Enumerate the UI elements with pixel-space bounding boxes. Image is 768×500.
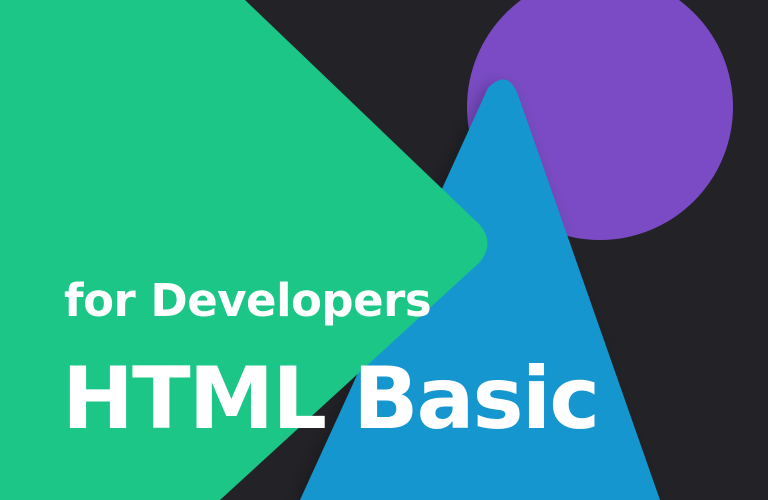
cover-title: HTML Basic [62,349,600,449]
course-cover: for Developers HTML Basic [0,0,768,500]
cover-subtitle: for Developers [64,274,432,327]
